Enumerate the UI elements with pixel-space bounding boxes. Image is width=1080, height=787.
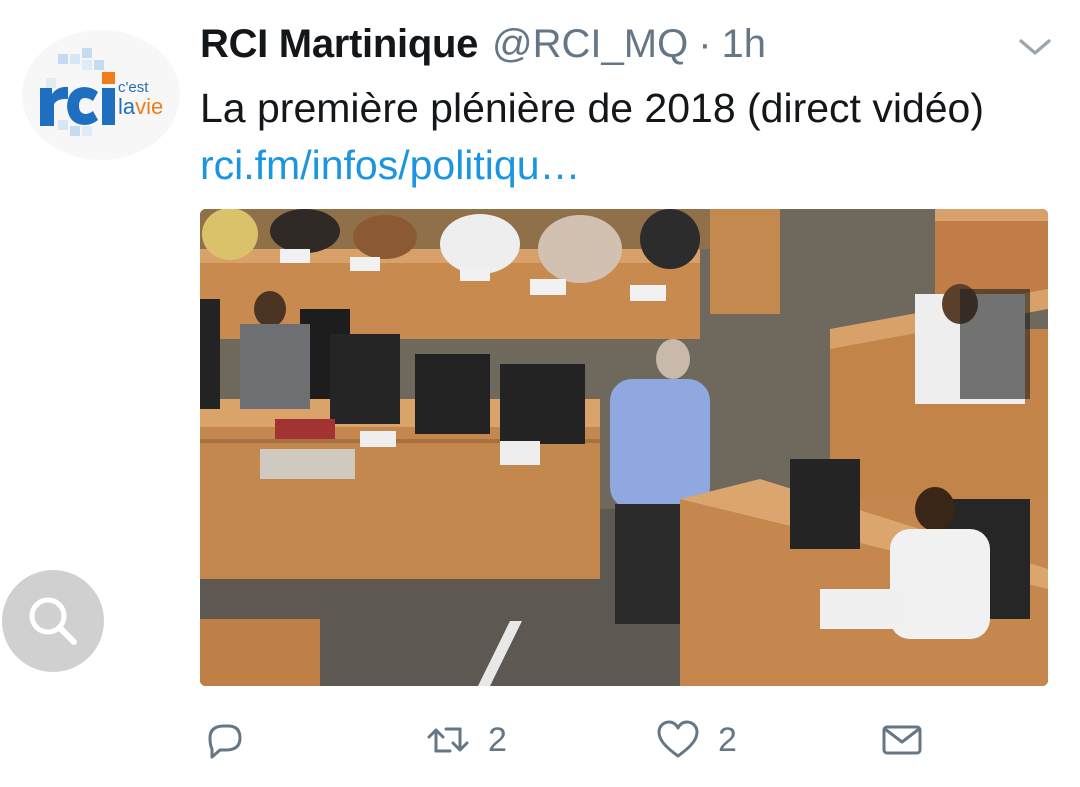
search-button[interactable] — [2, 570, 104, 672]
like-count: 2 — [718, 720, 737, 759]
direct-message-button[interactable] — [880, 710, 942, 770]
chevron-down-icon — [1019, 39, 1051, 55]
separator-dot: · — [698, 22, 712, 66]
search-icon — [29, 597, 77, 645]
tweet-media-photo[interactable] — [200, 209, 1048, 686]
timestamp[interactable]: 1h — [722, 22, 767, 67]
avatar[interactable]: c'est lavie — [22, 30, 180, 160]
heart-icon — [657, 720, 699, 758]
tweet-text: La première plénière de 2018 (direct vid… — [200, 80, 1030, 194]
author-name[interactable]: RCI Martinique — [200, 22, 478, 67]
retweet-icon — [427, 727, 469, 753]
author-handle[interactable]: @RCI_MQ — [492, 22, 688, 67]
retweet-count: 2 — [488, 720, 507, 759]
assembly-photo — [200, 209, 1048, 686]
tweet-options-button[interactable] — [1016, 34, 1054, 60]
tweet-header: RCI Martinique @RCI_MQ · 1h — [200, 22, 766, 72]
tweet-body: La première plénière de 2018 (direct vid… — [200, 85, 985, 131]
retweet-button[interactable]: 2 — [426, 710, 507, 770]
rci-logo-icon: c'est lavie — [40, 48, 163, 136]
tagline-bottom: lavie — [118, 94, 163, 119]
reply-button[interactable] — [202, 710, 264, 770]
reply-icon — [208, 724, 242, 759]
tweet-link[interactable]: rci.fm/infos/politiqu… — [200, 142, 581, 188]
envelope-icon — [882, 725, 922, 755]
tweet-actions: 2 2 — [200, 710, 1048, 770]
like-button[interactable]: 2 — [656, 710, 737, 770]
